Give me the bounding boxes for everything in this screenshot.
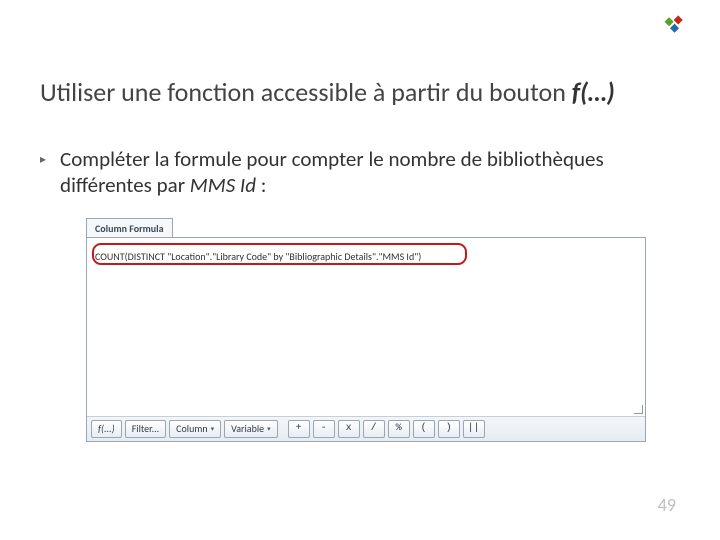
formula-row: COUNT(DISTINCT "Location"."Library Code"… xyxy=(95,246,637,265)
chevron-down-icon: ▾ xyxy=(267,425,271,433)
op-percent-button[interactable]: % xyxy=(388,420,410,438)
column-button[interactable]: Column ▾ xyxy=(169,420,221,438)
formula-editor-figure: Column Formula COUNT(DISTINCT "Location"… xyxy=(86,218,646,442)
op-divide-button[interactable]: / xyxy=(363,420,385,438)
op-label: - xyxy=(321,423,327,435)
op-minus-button[interactable]: - xyxy=(313,420,335,438)
op-lparen-button[interactable]: ( xyxy=(413,420,435,438)
formula-toolbar: f(...) Filter... Column▾ Variable▾ + - x… xyxy=(87,416,645,441)
formula-textarea[interactable]: COUNT(DISTINCT "Location"."Library Code"… xyxy=(87,238,645,416)
filter-label: Filter... xyxy=(132,423,159,435)
column-label: Column xyxy=(176,423,207,435)
op-rparen-button[interactable]: ) xyxy=(438,420,460,438)
bullet-prefix: Compléter la formule pour compter le nom… xyxy=(60,146,604,198)
op-label: + xyxy=(296,423,302,435)
formula-panel: COUNT(DISTINCT "Location"."Library Code"… xyxy=(86,237,646,442)
filter-button[interactable]: Filter... xyxy=(125,420,166,438)
brand-logo xyxy=(664,14,686,36)
chevron-down-icon: ▾ xyxy=(211,425,215,433)
bullet-item: ▸ Compléter la formule pour compter le n… xyxy=(40,146,680,199)
slide-title: Utiliser une fonction accessible à parti… xyxy=(40,76,680,108)
fn-label: f(...) xyxy=(98,423,115,435)
page-number: 49 xyxy=(658,494,676,516)
op-plus-button[interactable]: + xyxy=(288,420,310,438)
bullet-emph: MMS Id xyxy=(190,172,256,198)
panel-tab[interactable]: Column Formula xyxy=(86,218,173,237)
op-label: ) xyxy=(446,423,452,435)
slide: Utiliser une fonction accessible à parti… xyxy=(0,0,720,540)
variable-label: Variable xyxy=(231,423,264,435)
bullet-suffix: : xyxy=(256,172,266,198)
resize-handle-icon[interactable] xyxy=(633,404,643,414)
op-label: ( xyxy=(421,423,427,435)
fn-button[interactable]: f(...) xyxy=(91,420,122,438)
title-text: Utiliser une fonction accessible à parti… xyxy=(40,76,572,108)
op-label: || xyxy=(468,423,480,435)
op-label: x xyxy=(346,423,352,435)
bullet-marker: ▸ xyxy=(40,152,46,167)
op-label: % xyxy=(396,423,402,435)
logo-icon xyxy=(664,14,686,36)
bullet-text: Compléter la formule pour compter le nom… xyxy=(60,146,680,199)
op-concat-button[interactable]: || xyxy=(463,420,485,438)
op-label: / xyxy=(371,423,377,435)
op-times-button[interactable]: x xyxy=(338,420,360,438)
title-emph: f(…) xyxy=(572,76,615,108)
variable-button[interactable]: Variable▾ xyxy=(224,420,278,438)
formula-text: COUNT(DISTINCT "Location"."Library Code"… xyxy=(95,250,421,263)
